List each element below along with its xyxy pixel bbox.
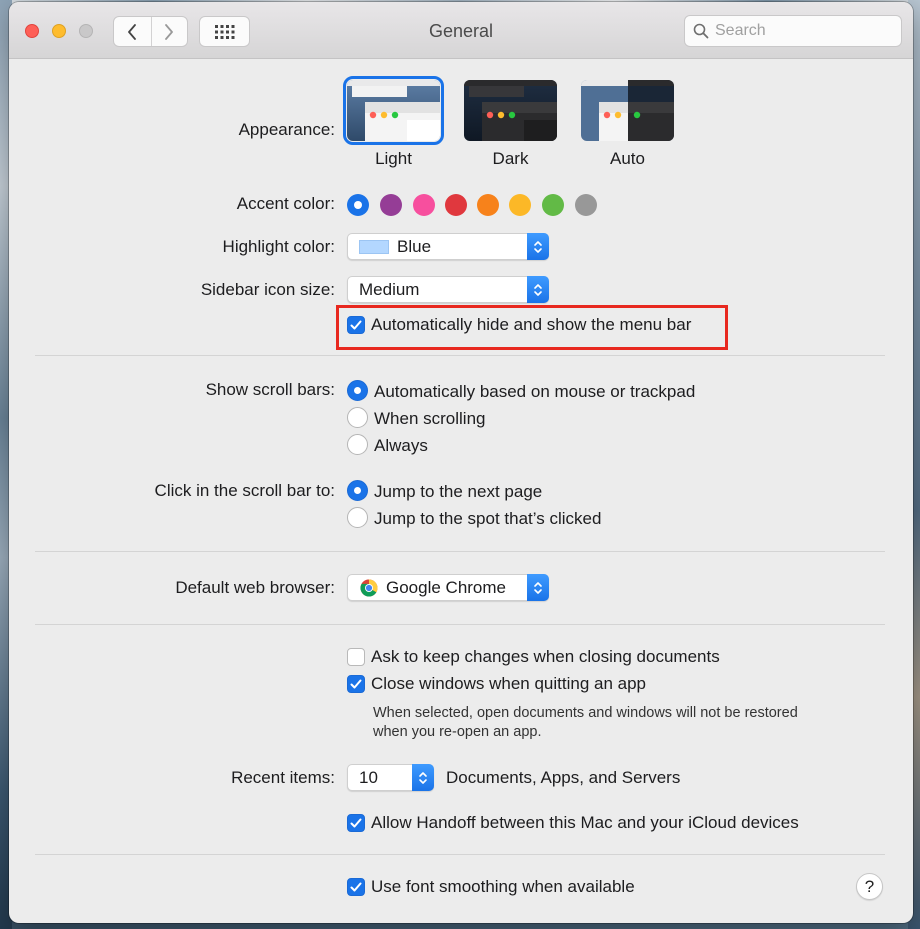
close-windows-checkbox[interactable] bbox=[347, 675, 365, 693]
checkmark-icon bbox=[350, 818, 362, 828]
recent-items-stepper bbox=[412, 764, 434, 791]
scroll-bars-always-label: Always bbox=[374, 436, 428, 455]
separator bbox=[35, 624, 885, 625]
appearance-dark-caption: Dark bbox=[492, 149, 529, 168]
chevron-updown-icon bbox=[534, 240, 542, 253]
help-button[interactable]: ? bbox=[856, 873, 883, 900]
accent-purple-swatch[interactable] bbox=[380, 194, 402, 216]
appearance-auto-caption: Auto bbox=[610, 149, 645, 168]
default-browser-value: Google Chrome bbox=[386, 578, 507, 597]
chrome-icon bbox=[360, 579, 378, 597]
sidebar-icon-stepper bbox=[527, 276, 549, 303]
accent-graphite-swatch[interactable] bbox=[575, 194, 597, 216]
close-windows-note-line1: When selected, open documents and window… bbox=[373, 705, 798, 721]
auto-appearance-image bbox=[581, 80, 674, 141]
checkmark-icon bbox=[350, 882, 362, 892]
recent-items-popup[interactable]: 10 bbox=[347, 764, 434, 791]
highlight-swatch bbox=[359, 240, 389, 254]
search-icon bbox=[693, 23, 709, 39]
show-scroll-bars-label: Show scroll bars: bbox=[205, 380, 335, 399]
click-next-page-radio[interactable] bbox=[347, 480, 368, 501]
accent-green-swatch[interactable] bbox=[542, 194, 564, 216]
separator bbox=[35, 854, 885, 855]
ask-keep-changes-checkbox[interactable] bbox=[347, 648, 365, 666]
scroll-bars-auto-radio[interactable] bbox=[347, 380, 368, 401]
highlight-color-popup[interactable]: Blue bbox=[347, 233, 549, 260]
click-next-page-label: Jump to the next page bbox=[374, 482, 543, 501]
sidebar-icon-size-popup[interactable]: Medium bbox=[347, 276, 549, 303]
accent-red-swatch[interactable] bbox=[445, 194, 467, 216]
separator bbox=[35, 551, 885, 552]
menu-bar-checkbox-label: Automatically hide and show the menu bar bbox=[371, 315, 692, 334]
default-browser-stepper bbox=[527, 574, 549, 601]
accent-yellow-swatch[interactable] bbox=[509, 194, 531, 216]
default-browser-label: Default web browser: bbox=[175, 578, 335, 597]
search-input[interactable] bbox=[715, 16, 895, 46]
checkmark-icon bbox=[350, 679, 362, 689]
appearance-light-caption: Light bbox=[375, 149, 412, 168]
accent-pink-swatch[interactable] bbox=[413, 194, 435, 216]
checkmark-icon bbox=[350, 320, 362, 330]
highlight-color-label: Highlight color: bbox=[222, 237, 335, 256]
sidebar-icon-size-label: Sidebar icon size: bbox=[200, 280, 335, 299]
default-browser-popup[interactable]: Google Chrome bbox=[347, 574, 549, 601]
scroll-bars-scrolling-radio[interactable] bbox=[347, 407, 368, 428]
click-scroll-bar-label: Click in the scroll bar to: bbox=[154, 481, 335, 500]
handoff-checkbox[interactable] bbox=[347, 814, 365, 832]
scroll-bars-scrolling-label: When scrolling bbox=[374, 409, 486, 428]
handoff-label: Allow Handoff between this Mac and your … bbox=[371, 813, 799, 832]
click-spot-radio[interactable] bbox=[347, 507, 368, 528]
light-appearance-image bbox=[347, 80, 440, 141]
close-windows-label: Close windows when quitting an app bbox=[371, 674, 647, 693]
click-spot-label: Jump to the spot that’s clicked bbox=[374, 509, 602, 528]
highlight-stepper bbox=[527, 233, 549, 260]
title-bar: General bbox=[9, 2, 913, 59]
appearance-auto-thumbnail[interactable] bbox=[581, 80, 674, 141]
recent-items-value: 10 bbox=[359, 768, 378, 787]
chevron-updown-icon bbox=[419, 771, 427, 784]
chevron-updown-icon bbox=[534, 283, 542, 296]
separator bbox=[35, 355, 885, 356]
accent-color-label: Accent color: bbox=[236, 194, 335, 213]
close-windows-note-line2: when you re-open an app. bbox=[373, 724, 542, 740]
appearance-light-thumbnail[interactable] bbox=[343, 76, 444, 145]
appearance-dark-thumbnail[interactable] bbox=[464, 80, 557, 141]
chevron-updown-icon bbox=[534, 581, 542, 594]
preferences-window: General Appearance: bbox=[9, 2, 913, 923]
accent-orange-swatch[interactable] bbox=[477, 194, 499, 216]
menu-bar-checkbox[interactable] bbox=[347, 316, 365, 334]
scroll-bars-auto-label: Automatically based on mouse or trackpad bbox=[374, 382, 696, 401]
appearance-label: Appearance: bbox=[238, 120, 335, 139]
search-field[interactable] bbox=[684, 15, 902, 47]
highlight-color-value: Blue bbox=[397, 237, 432, 256]
sidebar-icon-size-value: Medium bbox=[359, 280, 420, 299]
recent-items-suffix: Documents, Apps, and Servers bbox=[446, 768, 681, 787]
accent-blue-swatch[interactable] bbox=[347, 194, 369, 216]
dark-appearance-image bbox=[464, 80, 557, 141]
font-smoothing-label: Use font smoothing when available bbox=[371, 877, 635, 896]
ask-keep-changes-label: Ask to keep changes when closing documen… bbox=[371, 647, 720, 666]
font-smoothing-checkbox[interactable] bbox=[347, 878, 365, 896]
recent-items-label: Recent items: bbox=[231, 768, 335, 787]
scroll-bars-always-radio[interactable] bbox=[347, 434, 368, 455]
